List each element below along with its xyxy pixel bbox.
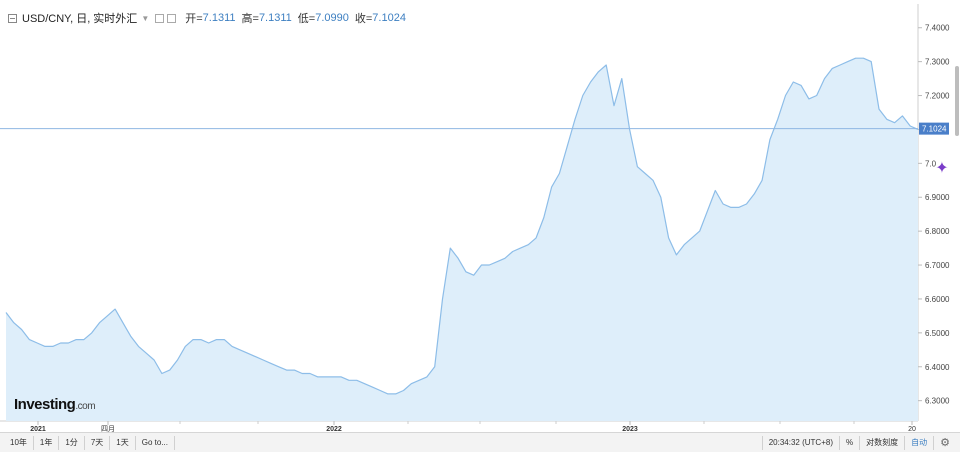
- logo-suffix: .com: [75, 401, 96, 412]
- clock-text: 20:34:32 (UTC+8): [761, 436, 839, 450]
- close-box-icon[interactable]: [167, 13, 177, 23]
- price-tag-label: 7.1024: [922, 125, 947, 134]
- collapse-icon[interactable]: [8, 13, 17, 23]
- log-scale-toggle[interactable]: 对数刻度: [859, 436, 904, 450]
- y-tick-label: 6.9000: [925, 193, 950, 202]
- open-value: 7.1311: [202, 12, 236, 24]
- logo-brand: Investing: [14, 396, 76, 413]
- low-value: 7.0990: [315, 12, 349, 24]
- high-label: 高=: [241, 13, 259, 25]
- sparkle-icon[interactable]: ✦: [933, 160, 951, 178]
- goto-button[interactable]: Go to...: [136, 436, 175, 450]
- symbol-label[interactable]: USD/CNY, 日, 实时外汇: [22, 10, 137, 26]
- y-tick-label: 6.5000: [925, 329, 950, 338]
- range-1y-button[interactable]: 1年: [34, 436, 60, 450]
- close-value: 7.1024: [372, 12, 406, 24]
- gear-icon[interactable]: ⚙: [933, 436, 956, 450]
- y-tick-label: 6.3000: [925, 397, 950, 406]
- y-tick-label: 6.6000: [925, 295, 950, 304]
- close-label: 收=: [354, 13, 373, 25]
- settings-box-icon[interactable]: [155, 13, 165, 23]
- bottom-toolbar: 10年 1年 1分 7天 1天 Go to... 20:34:32 (UTC+8…: [0, 432, 960, 452]
- investing-logo: Investing.com: [14, 396, 96, 413]
- range-10y-button[interactable]: 10年: [4, 436, 34, 450]
- open-label: 开=: [185, 13, 203, 25]
- y-tick-label: 7.2000: [925, 92, 950, 101]
- y-tick-label: 7.3000: [925, 58, 950, 67]
- low-label: 低=: [297, 13, 316, 25]
- auto-scale-toggle[interactable]: 自动: [904, 436, 933, 450]
- chart-legend: USD/CNY, 日, 实时外汇 ▼ 开= 7.1311 高= 7.1311 低= 7…: [8, 10, 406, 26]
- toolbar-right: 20:34:32 (UTC+8) % 对数刻度 自动 ⚙: [761, 436, 956, 450]
- price-chart[interactable]: 6.3000 6.4000 6.5000 6.6000 6.7000 6.8000 6.90…: [0, 0, 960, 452]
- scrollbar-thumb[interactable]: [955, 66, 959, 136]
- chevron-down-icon[interactable]: ▼: [141, 14, 149, 23]
- y-tick-label: 6.8000: [925, 227, 950, 236]
- y-tick-label: 7.4000: [925, 24, 950, 33]
- y-tick-label: 6.7000: [925, 261, 950, 270]
- percent-toggle[interactable]: %: [839, 436, 859, 450]
- area-fill: [6, 58, 918, 421]
- range-1d-button[interactable]: 1天: [110, 436, 136, 450]
- y-tick-label: 6.4000: [925, 363, 950, 372]
- range-buttons: 10年 1年 1分 7天 1天 Go to...: [4, 436, 175, 450]
- range-1m-button[interactable]: 1分: [59, 436, 85, 450]
- range-7d-button[interactable]: 7天: [85, 436, 111, 450]
- high-value: 7.1311: [258, 12, 292, 24]
